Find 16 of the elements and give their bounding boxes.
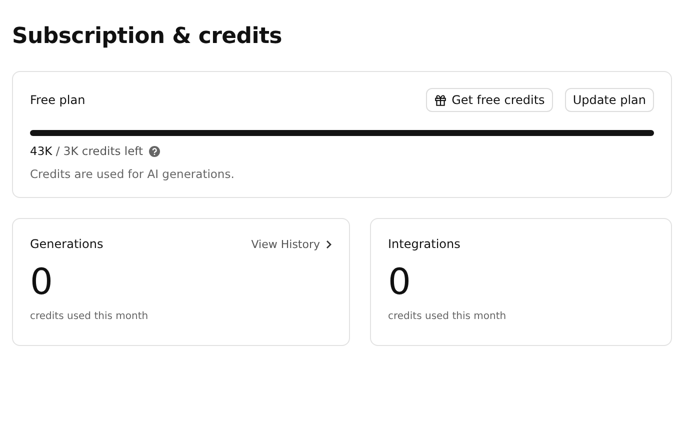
stat-value: 0 bbox=[30, 265, 54, 301]
credits-note: Credits are used for AI generations. bbox=[30, 167, 236, 181]
update-plan-button[interactable]: Update plan bbox=[564, 88, 654, 112]
chevron-right-icon bbox=[326, 240, 332, 248]
stat-title: Integrations bbox=[388, 237, 460, 251]
stat-caption: credits used this month bbox=[388, 311, 508, 322]
stat-title: Generations bbox=[30, 237, 104, 251]
get-credits-button[interactable]: Get free credits bbox=[426, 88, 553, 112]
stat-value: 0 bbox=[388, 265, 412, 301]
page-title: Subscription & credits bbox=[12, 24, 283, 49]
stat-caption: credits used this month bbox=[30, 311, 150, 322]
view-history-link[interactable]: View History bbox=[251, 238, 332, 250]
plan-name: Free plan bbox=[30, 93, 86, 107]
gift-icon bbox=[434, 94, 447, 106]
credits-left-text: 43K / 3K credits left bbox=[30, 144, 144, 158]
help-icon[interactable] bbox=[149, 146, 160, 156]
